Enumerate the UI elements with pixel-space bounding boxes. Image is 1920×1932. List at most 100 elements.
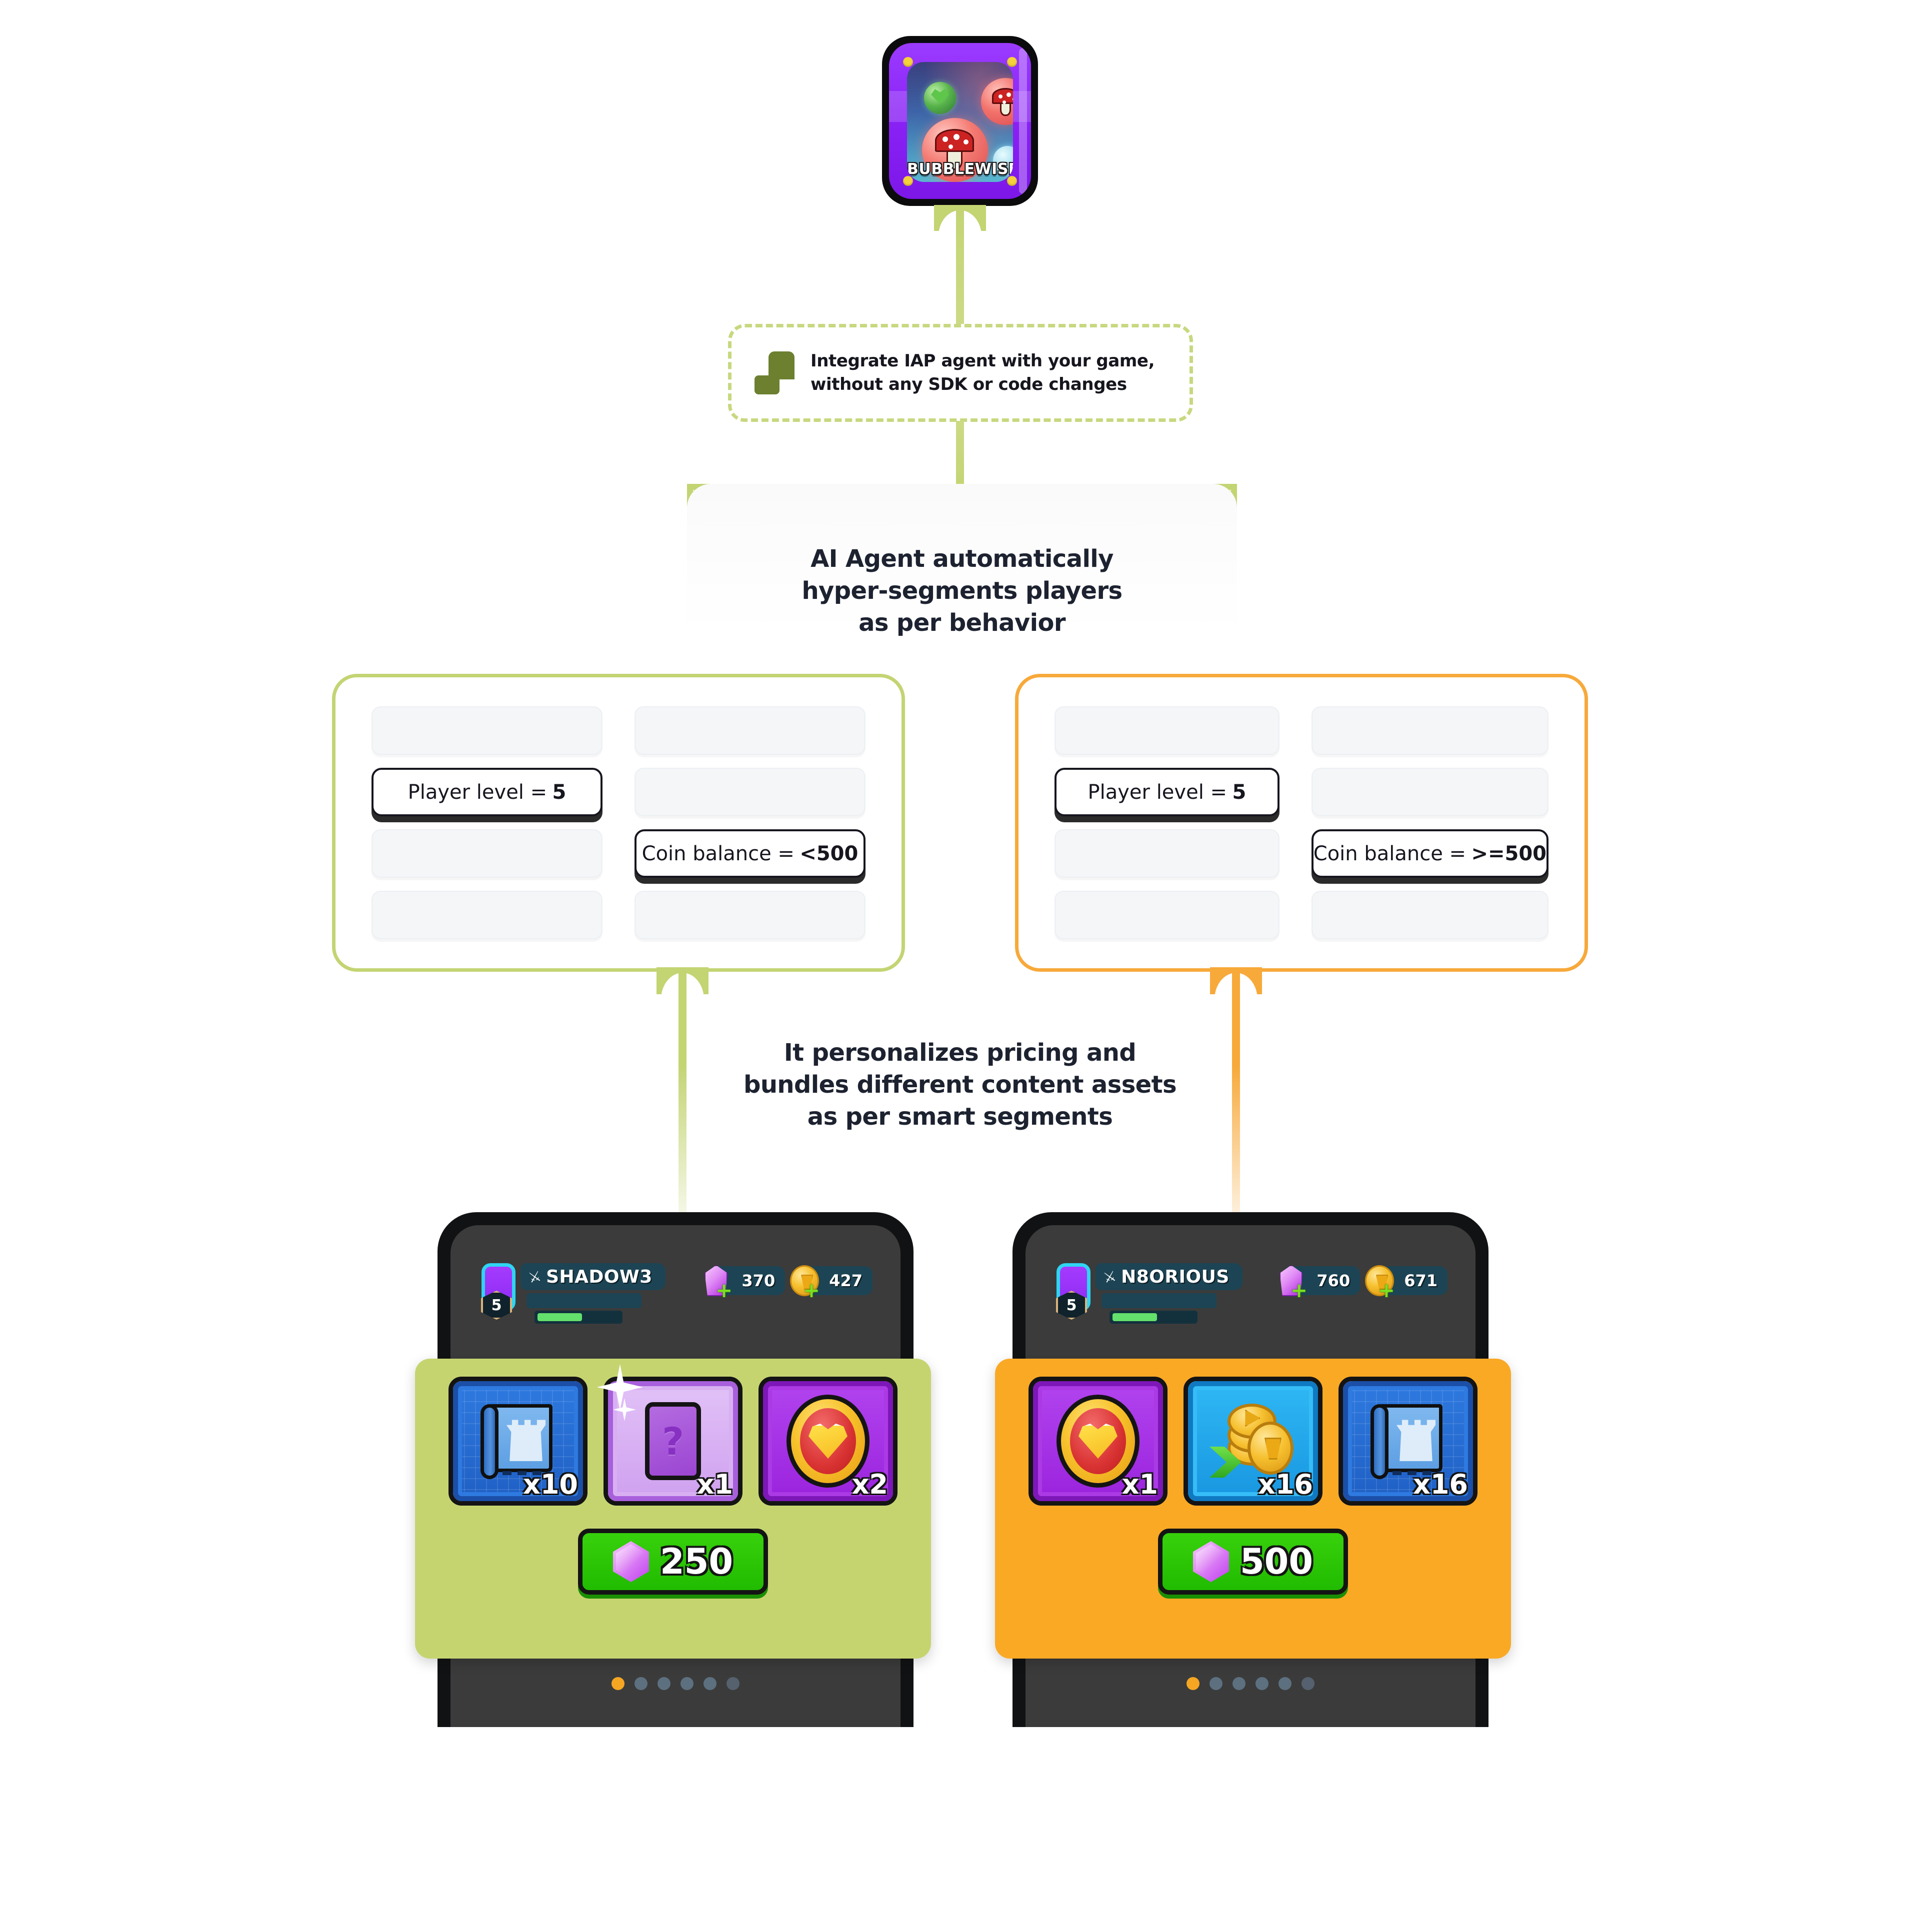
offer-panel-high-balance: x1 x16 x16 500: [995, 1359, 1511, 1659]
offer-price: 250: [660, 1541, 734, 1582]
page-dot[interactable]: [704, 1677, 716, 1690]
integrate-step-card: Integrate IAP agent with your game, with…: [728, 324, 1193, 422]
gem-balance-chip[interactable]: + 370: [704, 1265, 786, 1301]
integrate-step-text: Integrate IAP agent with your game, with…: [810, 349, 1155, 396]
page-dot[interactable]: [1210, 1677, 1222, 1690]
personalize-line-1: It personalizes pricing and: [784, 1039, 1136, 1067]
rule-coin-balance[interactable]: Coin balance = <500: [634, 829, 866, 878]
rule-value: 5: [1232, 780, 1246, 804]
plus-icon: +: [1290, 1279, 1308, 1302]
game-hud: 5 ⚔ SHADOW3 + 370 + 427: [450, 1263, 900, 1324]
screw-icon: [1007, 57, 1017, 67]
coin-balance-chip[interactable]: + 671: [1365, 1265, 1448, 1301]
rule-label: Player level =: [408, 780, 548, 804]
offer-item-heart-medal[interactable]: x2: [758, 1377, 898, 1506]
ai-line-2: hyper-segments players: [802, 577, 1122, 605]
gem-icon: +: [1276, 1263, 1308, 1302]
offer-item-qty: x16: [1258, 1469, 1313, 1500]
avatar[interactable]: 5: [481, 1263, 516, 1320]
xp-progress-bar: [1110, 1311, 1198, 1324]
gem-balance-value: 760: [1316, 1271, 1350, 1290]
offer-item-mystery[interactable]: ? x1: [597, 1364, 742, 1506]
page-dot[interactable]: [1232, 1677, 1246, 1690]
coin-balance-value: 671: [1404, 1271, 1438, 1290]
offer-item-heart-medal[interactable]: x1: [1028, 1377, 1168, 1506]
icon-purple-plate: BUBBLEWISE: [889, 43, 1031, 199]
connector-integrate-to-ai: [956, 421, 964, 491]
buy-button-wrap: 250: [435, 1529, 911, 1595]
segment-rule-grid: Player level = 5 Coin balance = >=500: [1054, 706, 1548, 939]
diagram-canvas: BUBBLEWISE Integrate IAP agent with your…: [0, 0, 1920, 1932]
rule-player-level[interactable]: Player level = 5: [1054, 768, 1280, 816]
integrate-line-2: without any SDK or code changes: [810, 374, 1127, 394]
segment-card-low-balance[interactable]: Player level = 5 Coin balance = <500: [332, 674, 905, 972]
buy-button[interactable]: 500: [1158, 1529, 1348, 1595]
ai-agent-step-card: AI Agent automatically hyper-segments pl…: [687, 484, 1237, 699]
screw-icon: [903, 57, 913, 67]
rule-player-level[interactable]: Player level = 5: [372, 768, 602, 816]
rule-label: Coin balance =: [1313, 842, 1466, 865]
page-dot[interactable]: [634, 1677, 648, 1690]
player-name-stack: ⚔ SHADOW3: [520, 1263, 666, 1324]
hud-resources: + 760 + 671: [1280, 1265, 1448, 1301]
page-dot[interactable]: [726, 1677, 740, 1690]
plus-icon: +: [803, 1279, 820, 1302]
coin-balance-chip[interactable]: + 427: [790, 1265, 872, 1301]
offer-item-coin-stack[interactable]: x16: [1184, 1377, 1322, 1506]
page-dot[interactable]: [1302, 1677, 1314, 1690]
page-dot-active[interactable]: [612, 1677, 624, 1690]
plus-icon: +: [1378, 1279, 1395, 1302]
rule-coin-balance[interactable]: Coin balance = >=500: [1311, 829, 1548, 878]
ai-agent-step-text: AI Agent automatically hyper-segments pl…: [802, 543, 1122, 639]
offer-item-row: x1 x16 x16: [1015, 1377, 1491, 1506]
rule-value: 5: [552, 780, 566, 804]
rule-label: Coin balance =: [642, 842, 794, 865]
rule-placeholder: [372, 829, 602, 878]
gem-balance-value: 370: [742, 1271, 776, 1290]
rule-placeholder: [372, 706, 602, 755]
mystery-card-icon: ?: [645, 1402, 701, 1480]
rule-label: Player level =: [1088, 780, 1228, 804]
rule-placeholder: [634, 768, 866, 816]
page-dot[interactable]: [680, 1677, 694, 1690]
page-indicator-dots[interactable]: [1026, 1677, 1476, 1690]
segment-card-high-balance[interactable]: Player level = 5 Coin balance = >=500: [1015, 674, 1588, 972]
coin-balance-value: 427: [829, 1271, 862, 1290]
game-app-icon[interactable]: BUBBLEWISE: [882, 36, 1038, 206]
segment-rule-grid: Player level = 5 Coin balance = <500: [372, 706, 866, 939]
offer-item-qty: x16: [1413, 1469, 1468, 1500]
player-name: N8ORIOUS: [1121, 1266, 1230, 1287]
offer-item-row: x10 ? x1 x2: [435, 1364, 911, 1506]
player-name-stack: ⚔ N8ORIOUS: [1096, 1263, 1242, 1324]
red-mushroom-bubble-icon: [981, 78, 1013, 125]
hud-player-info: 5 ⚔ SHADOW3: [481, 1263, 666, 1324]
hud-resources: + 370 + 427: [704, 1265, 872, 1301]
offer-item-blueprint[interactable]: x10: [448, 1377, 588, 1506]
page-indicator-dots[interactable]: [450, 1677, 900, 1690]
green-leaf-bubble-icon: [924, 82, 956, 114]
integrate-line-1: Integrate IAP agent with your game,: [810, 351, 1155, 371]
avatar[interactable]: 5: [1056, 1263, 1090, 1320]
player-name-plate: ⚔ N8ORIOUS: [1096, 1263, 1242, 1290]
hud-player-info: 5 ⚔ N8ORIOUS: [1056, 1263, 1242, 1324]
page-dot[interactable]: [658, 1677, 670, 1690]
rule-placeholder: [1311, 891, 1548, 939]
gem-icon: [1192, 1541, 1229, 1582]
page-dot[interactable]: [1256, 1677, 1268, 1690]
coin-icon: +: [1363, 1263, 1395, 1302]
offer-item-blueprint[interactable]: x16: [1338, 1377, 1478, 1506]
sword-icon: ⚔: [1102, 1268, 1118, 1286]
page-dot[interactable]: [1278, 1677, 1292, 1690]
hud-bar-secondary: [1102, 1293, 1216, 1308]
rule-placeholder: [1054, 891, 1280, 939]
offer-price: 500: [1240, 1541, 1314, 1582]
level-badge: 5: [481, 1291, 512, 1320]
offer-item-qty: x10: [523, 1469, 578, 1500]
coin-stack-boost-icon: [1210, 1404, 1296, 1479]
connector-icon-to-integrate: [934, 205, 986, 324]
buy-button[interactable]: 250: [578, 1529, 768, 1595]
page-dot-active[interactable]: [1186, 1677, 1200, 1690]
xp-progress-bar: [534, 1311, 622, 1324]
gem-balance-chip[interactable]: + 760: [1280, 1265, 1360, 1301]
player-name-plate: ⚔ SHADOW3: [520, 1263, 666, 1290]
